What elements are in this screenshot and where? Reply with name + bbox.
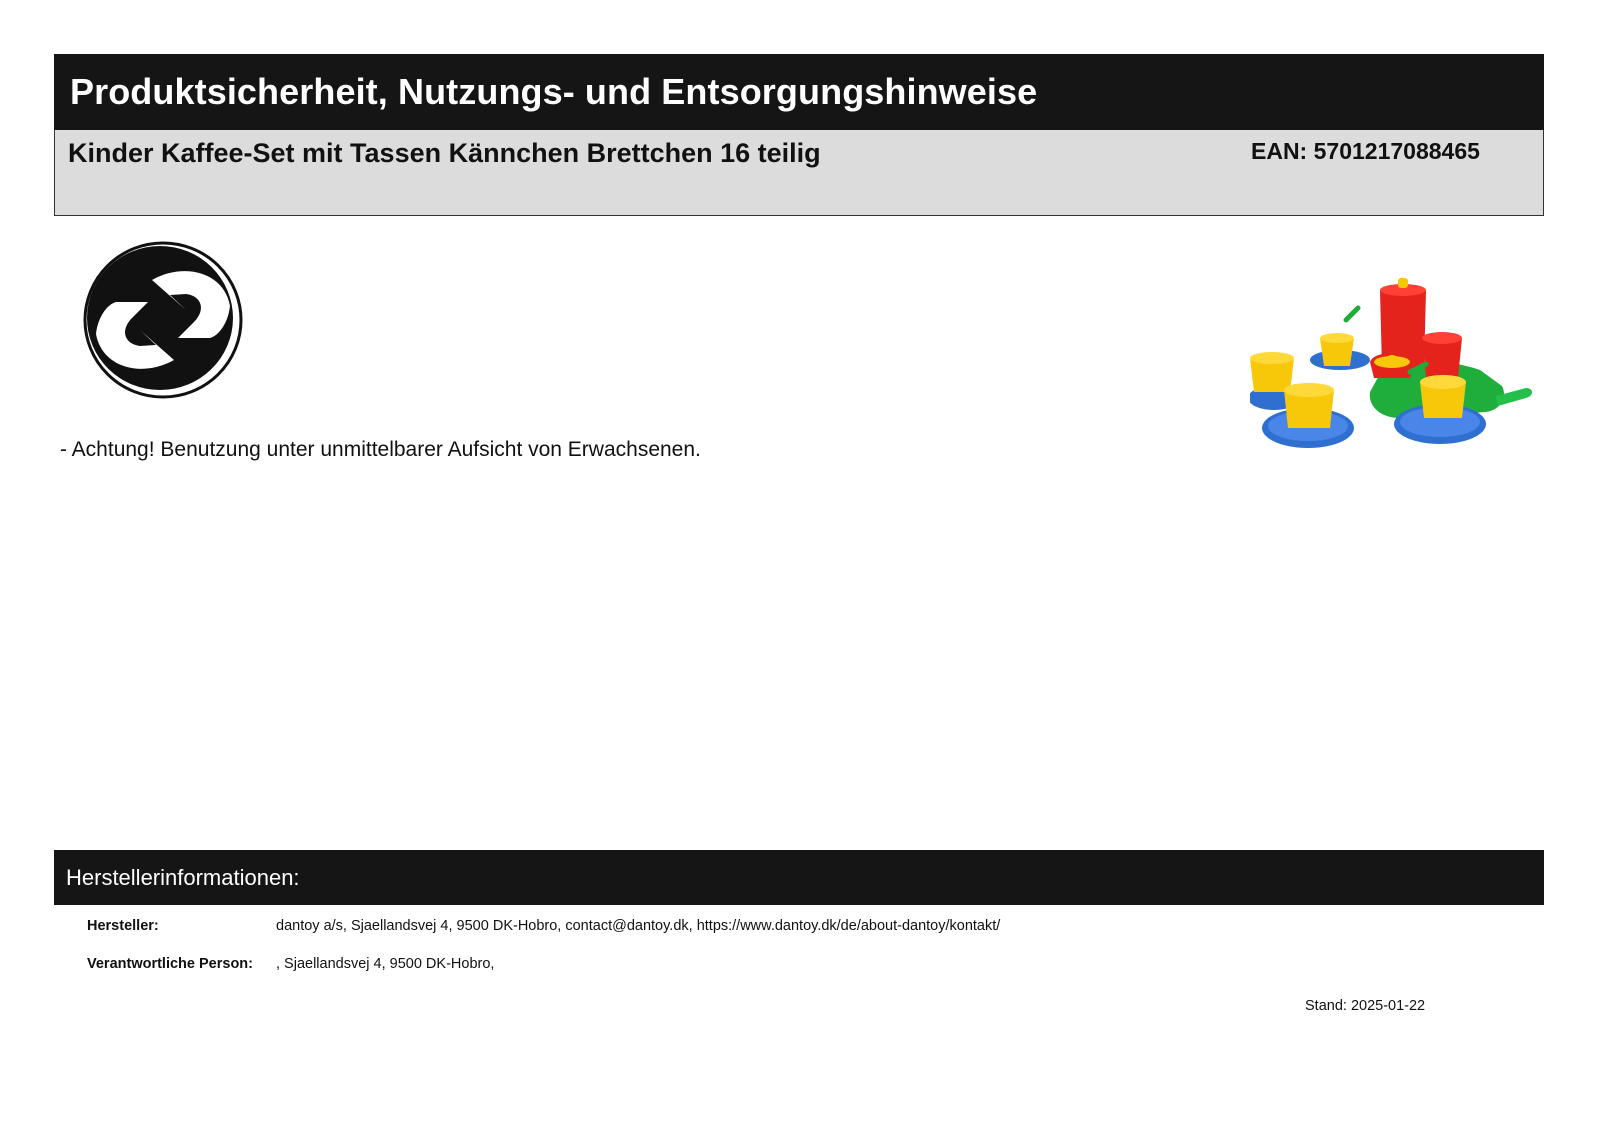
responsible-person-label: Verantwortliche Person: [87,956,253,972]
green-dot-recycling-icon [83,241,243,399]
document-date: Stand: 2025-01-22 [1305,998,1426,1014]
document-title-bar: Produktsicherheit, Nutzungs- und Entsorg… [54,54,1544,130]
manufacturer-label: Hersteller: [87,918,159,934]
manufacturer-value: dantoy a/s, Sjaellandsvej 4, 9500 DK-Hob… [276,918,1001,934]
ean-code: EAN: 5701217088465 [1251,138,1480,164]
manufacturer-section-bar: Herstellerinformationen: [54,850,1544,905]
warning-text: - Achtung! Benutzung unter unmittelbarer… [60,438,701,461]
toy-coffee-set-image [1250,278,1532,448]
responsible-person-value: , Sjaellandsvej 4, 9500 DK-Hobro, [276,956,495,972]
document-title: Produktsicherheit, Nutzungs- und Entsorg… [70,71,1038,112]
manufacturer-section-title: Herstellerinformationen: [66,864,300,890]
product-info-bar: Kinder Kaffee-Set mit Tassen Kännchen Br… [54,130,1544,216]
product-name: Kinder Kaffee-Set mit Tassen Kännchen Br… [68,138,821,168]
